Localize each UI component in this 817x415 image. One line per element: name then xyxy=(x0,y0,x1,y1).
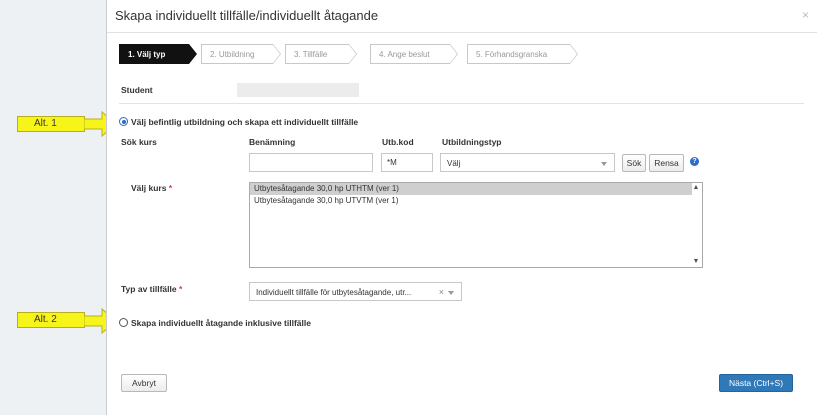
scroll-up-icon[interactable]: ▲ xyxy=(692,184,700,192)
page-backdrop xyxy=(0,0,106,415)
step-forhandsgranska[interactable]: 5. Förhandsgranska xyxy=(467,44,578,64)
utbildningstyp-select[interactable]: Välj xyxy=(440,153,615,172)
benamning-input[interactable] xyxy=(249,153,373,172)
help-icon[interactable]: ? xyxy=(690,157,699,166)
divider xyxy=(119,103,804,104)
col-utbildningstyp: Utbildningstyp xyxy=(442,137,502,147)
required-mark: * xyxy=(168,183,173,193)
scroll-down-icon[interactable]: ▼ xyxy=(692,258,700,266)
dialog-title: Skapa individuellt tillfälle/individuell… xyxy=(115,8,379,23)
course-listbox[interactable]: Utbytesåtagande 30,0 hp UTHTM (ver 1) Ut… xyxy=(249,182,703,268)
typ-av-tillfalle-value: Individuellt tillfälle för utbytesåtagan… xyxy=(256,288,412,297)
chevron-down-icon xyxy=(601,162,607,166)
list-item[interactable]: Utbytesåtagande 30,0 hp UTHTM (ver 1) xyxy=(250,183,692,195)
step-utbildning[interactable]: 2. Utbildning xyxy=(201,44,281,64)
col-benamning: Benämning xyxy=(249,137,296,147)
clear-icon[interactable]: × xyxy=(439,287,444,297)
required-mark: * xyxy=(178,284,183,294)
valj-kurs-label: Välj kurs * xyxy=(131,183,172,193)
close-icon[interactable]: × xyxy=(802,8,809,22)
option-existing-course-label: Välj befintlig utbildning och skapa ett … xyxy=(131,117,359,127)
list-item[interactable]: Utbytesåtagande 30,0 hp UTVTM (ver 1) xyxy=(250,195,692,207)
student-label: Student xyxy=(121,85,153,95)
next-button[interactable]: Nästa (Ctrl+S) xyxy=(719,374,793,392)
option-existing-course[interactable]: Välj befintlig utbildning och skapa ett … xyxy=(119,117,358,127)
typ-av-tillfalle-label-text: Typ av tillfälle xyxy=(121,284,177,294)
sok-kurs-label: Sök kurs xyxy=(121,137,157,147)
annotation-alt1-label: Alt. 1 xyxy=(17,116,85,132)
dialog: Skapa individuellt tillfälle/individuell… xyxy=(106,0,817,415)
option-individual-commitment-label: Skapa individuellt åtagande inklusive ti… xyxy=(131,318,311,328)
chevron-down-icon xyxy=(448,291,454,295)
student-value xyxy=(237,83,359,97)
step-tillfalle[interactable]: 3. Tillfälle xyxy=(285,44,357,64)
search-button[interactable]: Sök xyxy=(622,154,646,172)
step-valj-typ[interactable]: 1. Välj typ xyxy=(119,44,197,64)
utbkod-input[interactable]: *M xyxy=(381,153,433,172)
dialog-header: Skapa individuellt tillfälle/individuell… xyxy=(107,0,817,33)
utbildningstyp-value: Välj xyxy=(447,159,461,168)
cancel-button[interactable]: Avbryt xyxy=(121,374,167,392)
typ-av-tillfalle-label: Typ av tillfälle * xyxy=(121,284,182,294)
option-individual-commitment[interactable]: Skapa individuellt åtagande inklusive ti… xyxy=(119,318,311,328)
annotation-alt2-label: Alt. 2 xyxy=(17,312,85,328)
typ-av-tillfalle-select[interactable]: Individuellt tillfälle för utbytesåtagan… xyxy=(249,282,462,301)
valj-kurs-label-text: Välj kurs xyxy=(131,183,167,193)
radio-individual-commitment[interactable] xyxy=(119,318,128,327)
clear-button[interactable]: Rensa xyxy=(649,154,684,172)
step-ange-beslut[interactable]: 4. Ange beslut xyxy=(370,44,458,64)
radio-existing-course[interactable] xyxy=(119,117,128,126)
col-utbkod: Utb.kod xyxy=(382,137,414,147)
